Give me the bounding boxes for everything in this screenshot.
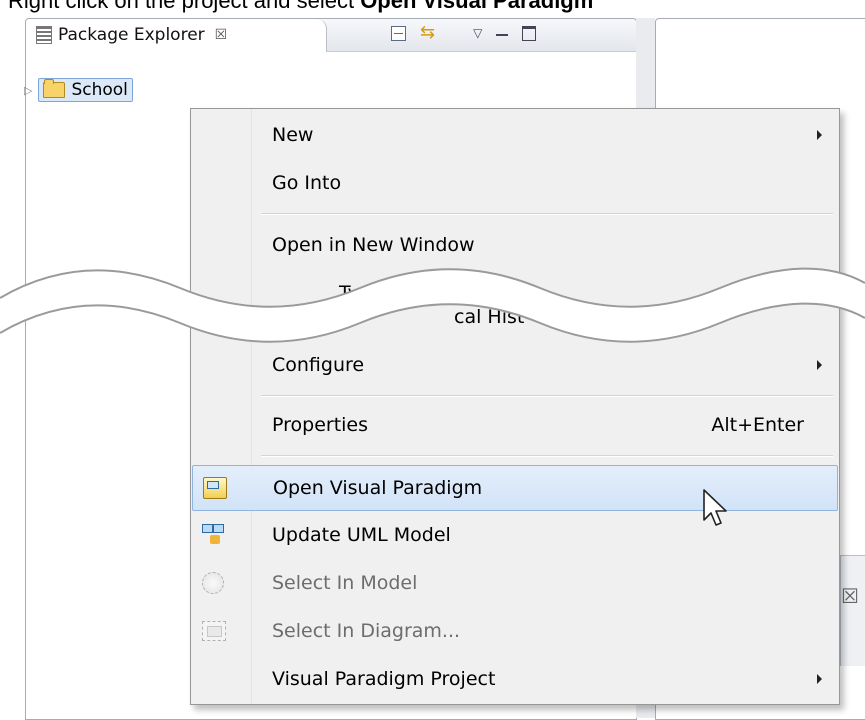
menu-item-new[interactable]: New <box>192 113 838 157</box>
minimize-icon[interactable] <box>496 34 509 36</box>
menu-item-label: Visual Paradigm Project <box>272 668 496 690</box>
menu-item-label: Configure <box>272 354 365 376</box>
tree-row-school[interactable]: ▷ School <box>24 78 133 102</box>
select-in-diagram-icon <box>202 621 226 641</box>
expand-arrow-icon[interactable]: ▷ <box>24 84 32 97</box>
caption: Right click on the project and select Op… <box>8 0 865 14</box>
submenu-arrow-icon <box>817 360 822 370</box>
menu-separator <box>261 395 833 397</box>
menu-item-label: Properties <box>272 414 369 436</box>
link-with-editor-icon[interactable]: ⇆ <box>420 24 435 42</box>
menu-separator <box>261 455 833 457</box>
menu-item-label: Select In Model <box>272 572 418 594</box>
view-title-label: Package Explorer <box>58 25 205 45</box>
menu-item-select-in-model: Select In Model <box>192 561 838 605</box>
open-visual-paradigm-icon <box>203 477 227 499</box>
menu-item-label: Open Visual Paradigm <box>273 477 483 499</box>
view-title: Package Explorer ☒ <box>36 25 227 45</box>
menu-item-label: New <box>272 124 314 146</box>
menu-item-shortcut: Alt+Enter <box>711 414 804 436</box>
menu-item-label-fragment: cal Hist <box>454 306 525 328</box>
menu-item-label: Rest <box>272 306 314 328</box>
package-explorer-icon <box>36 26 52 44</box>
select-in-model-icon <box>202 572 224 594</box>
menu-item-label: Select In Diagram... <box>272 620 461 642</box>
update-uml-model-icon <box>202 524 224 546</box>
menu-item-label: Update UML Model <box>272 524 451 546</box>
menu-item-update-uml-model[interactable]: Update UML Model <box>192 513 838 557</box>
menu-item-visual-paradigm-project[interactable]: Visual Paradigm Project <box>192 657 838 701</box>
menu-item-properties[interactable]: Properties Alt+Enter <box>192 403 838 447</box>
panel-close-icon[interactable]: ☒ <box>841 584 859 608</box>
submenu-arrow-icon <box>817 674 822 684</box>
menu-item-select-in-diagram: Select In Diagram... <box>192 609 838 653</box>
caption-emphasis: Open Visual Paradigm <box>360 0 594 13</box>
submenu-arrow-icon <box>817 130 822 140</box>
view-menu-icon[interactable]: ▽ <box>473 26 482 40</box>
bottom-right-panel: ☒ <box>840 555 865 666</box>
tree-item-label: School <box>71 80 128 100</box>
menu-item-restore-history[interactable]: Rest cal Hist <box>192 295 838 339</box>
tab-package-explorer[interactable]: Package Explorer ☒ <box>26 19 327 52</box>
collapse-all-icon[interactable] <box>391 25 406 41</box>
close-tab-icon[interactable]: ☒ <box>215 27 228 43</box>
menu-separator <box>261 213 833 215</box>
menu-item-configure[interactable]: Configure <box>192 343 838 387</box>
view-toolbar: ⇆ ▽ <box>391 24 537 42</box>
tree-item-selected[interactable]: School <box>38 78 133 102</box>
menu-item-open-visual-paradigm[interactable]: Open Visual Paradigm <box>192 465 838 511</box>
context-menu: New Go Into Open in New Window Type Hie … <box>190 108 840 705</box>
maximize-icon[interactable] <box>522 25 537 41</box>
view-tabstrip: Package Explorer ☒ ⇆ ▽ <box>26 19 636 52</box>
menu-item-open-new-window[interactable]: Open in New Window <box>192 223 838 267</box>
menu-item-go-into[interactable]: Go Into <box>192 161 838 205</box>
mouse-cursor-icon <box>703 489 727 526</box>
caption-prefix: Right click on the project and select <box>8 0 361 13</box>
menu-item-label: Go Into <box>272 172 342 194</box>
menu-item-label: Open in New Window <box>272 234 475 256</box>
project-folder-icon <box>43 79 66 98</box>
